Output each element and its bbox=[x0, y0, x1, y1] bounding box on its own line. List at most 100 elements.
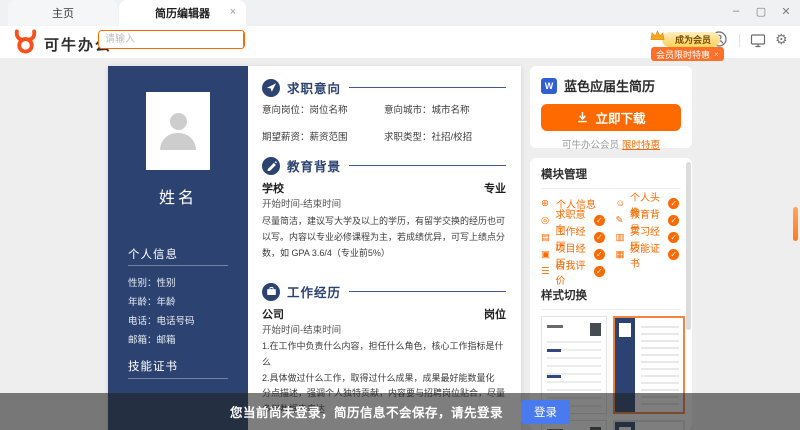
member-promo-tooltip: 会员限时特惠 × bbox=[651, 47, 724, 61]
monitor-icon[interactable] bbox=[750, 33, 766, 48]
job-intention-fields: 意向岗位：岗位名称 意向城市：城市名称 期望薪资：薪资范围 求职类型：社招/校招 bbox=[262, 102, 506, 143]
photo-placeholder[interactable] bbox=[146, 92, 210, 170]
section-title: 求职意向 bbox=[287, 78, 341, 97]
resume-body: 求职意向 意向岗位：岗位名称 意向城市：城市名称 期望薪资：薪资范围 求职类型：… bbox=[248, 66, 521, 430]
intent-type[interactable]: 求职类型：社招/校招 bbox=[384, 129, 506, 143]
comment-icon: ☰ bbox=[541, 266, 553, 277]
check-icon[interactable]: ✓ bbox=[594, 232, 605, 243]
search-button[interactable] bbox=[243, 31, 245, 48]
section-title: 工作经历 bbox=[287, 282, 341, 301]
intent-salary[interactable]: 期望薪资：薪资范围 bbox=[262, 129, 384, 143]
divider bbox=[541, 309, 681, 310]
tab-resume-editor[interactable]: 简历编辑器 × bbox=[119, 0, 246, 26]
login-banner: 您当前尚未登录，简历信息不会保存，请先登录 登录 bbox=[0, 393, 800, 430]
pen-icon bbox=[262, 157, 280, 175]
modules-card: 模块管理 ⊕ 个人信息 ☺ 个人头像 ✓ ◎ 求职意向 ✓ ✎ bbox=[530, 158, 692, 430]
thumb-section-bar bbox=[547, 349, 561, 352]
check-icon[interactable]: ✓ bbox=[668, 249, 679, 260]
check-icon[interactable]: ✓ bbox=[668, 215, 679, 226]
certificate-icon: ▦ bbox=[616, 249, 628, 260]
resume-sidebar: 姓名 个人信息 性别：性别 年龄：年龄 电话：电话号码 邮箱：邮箱 技能证书 bbox=[108, 66, 248, 430]
check-icon[interactable]: ✓ bbox=[594, 215, 605, 226]
target-icon: ◎ bbox=[541, 215, 553, 226]
limited-offer-link[interactable]: 限时特惠 bbox=[622, 140, 660, 151]
check-icon[interactable]: ✓ bbox=[668, 198, 679, 209]
avatar-head-shape bbox=[170, 113, 187, 130]
section-rule bbox=[349, 291, 506, 292]
section-education-header: 教育背景 bbox=[262, 156, 506, 175]
briefcase-icon: ▤ bbox=[541, 232, 553, 243]
notebook-icon: ▥ bbox=[616, 232, 628, 243]
user-icon: ☺ bbox=[616, 198, 628, 209]
personal-info-rows: 性别：性别 年龄：年龄 电话：电话号码 邮箱：邮箱 bbox=[128, 274, 195, 350]
check-icon[interactable]: ✓ bbox=[594, 266, 605, 277]
email-row[interactable]: 邮箱：邮箱 bbox=[128, 331, 195, 350]
user-plus-icon: ⊕ bbox=[541, 198, 554, 209]
resume-name[interactable]: 姓名 bbox=[108, 184, 248, 208]
modules-title: 模块管理 bbox=[541, 166, 681, 182]
tab-home[interactable]: 主页 bbox=[8, 0, 118, 26]
work-org-row[interactable]: 公司 岗位 bbox=[262, 306, 506, 322]
thumb-photo bbox=[619, 323, 631, 337]
tab-resume-editor-label: 简历编辑器 bbox=[155, 5, 210, 21]
maximize-icon[interactable]: ▢ bbox=[755, 5, 767, 18]
app-window: 主页 简历编辑器 × – ▢ ✕ 可牛办公 成为会员 会员限时 bbox=[0, 0, 800, 430]
work-desc-line: 1.在工作中负责什么内容，担任什么角色，核心工作指标是什么 bbox=[262, 339, 506, 371]
pencil-icon: ✎ bbox=[616, 215, 628, 226]
bull-logo-icon bbox=[13, 29, 38, 54]
folder-icon: ▣ bbox=[541, 249, 553, 260]
gender-row[interactable]: 性别：性别 bbox=[128, 274, 195, 293]
sidebar-divider bbox=[128, 265, 228, 266]
section-rule bbox=[349, 165, 506, 166]
become-member-badge[interactable]: 成为会员 bbox=[662, 32, 720, 47]
work-desc-line: 2.具体做过什么工作，取得过什么成果，成果最好能数量化 bbox=[262, 371, 506, 387]
settings-gear-icon[interactable]: ⚙ bbox=[775, 31, 788, 48]
main-area: 姓名 个人信息 性别：性别 年龄：年龄 电话：电话号码 邮箱：邮箱 技能证书 bbox=[0, 58, 800, 430]
intent-city[interactable]: 意向城市：城市名称 bbox=[384, 102, 506, 116]
download-button[interactable]: 立即下载 bbox=[541, 104, 681, 131]
position-name: 岗位 bbox=[484, 306, 506, 322]
module-certificates[interactable]: ▦ 技能证书 ✓ bbox=[616, 246, 682, 263]
minimize-icon[interactable]: – bbox=[730, 5, 742, 17]
resume-preview[interactable]: 姓名 个人信息 性别：性别 年龄：年龄 电话：电话号码 邮箱：邮箱 技能证书 bbox=[108, 66, 521, 430]
avatar-body-shape bbox=[160, 133, 196, 150]
skills-title: 技能证书 bbox=[128, 358, 178, 374]
age-row[interactable]: 年龄：年龄 bbox=[128, 293, 195, 312]
section-work-header: 工作经历 bbox=[262, 282, 506, 301]
work-dates[interactable]: 开始时间-结束时间 bbox=[262, 322, 341, 336]
briefcase-icon bbox=[262, 283, 280, 301]
thumb-name-bar bbox=[547, 325, 563, 328]
section-rule bbox=[349, 87, 506, 88]
page-scrollbar[interactable] bbox=[793, 207, 798, 241]
login-button[interactable]: 登录 bbox=[521, 400, 570, 424]
personal-info-title: 个人信息 bbox=[128, 246, 178, 262]
tooltip-close-icon[interactable]: × bbox=[714, 50, 719, 59]
thumb-section-bar bbox=[547, 375, 561, 378]
search-icon bbox=[243, 33, 245, 46]
education-org-row[interactable]: 学校 专业 bbox=[262, 180, 506, 196]
paper-plane-icon bbox=[262, 79, 280, 97]
tab-home-label: 主页 bbox=[52, 5, 74, 21]
education-dates[interactable]: 开始时间-结束时间 bbox=[262, 196, 341, 210]
word-doc-icon: W bbox=[541, 78, 557, 94]
module-self-evaluation[interactable]: ☰ 自我评价 ✓ bbox=[541, 263, 607, 280]
window-controls: – ▢ ✕ bbox=[730, 0, 792, 22]
check-icon[interactable]: ✓ bbox=[668, 232, 679, 243]
check-icon[interactable]: ✓ bbox=[594, 249, 605, 260]
intent-position[interactable]: 意向岗位：岗位名称 bbox=[262, 102, 384, 116]
panel-scrollbar[interactable] bbox=[686, 162, 691, 330]
window-close-icon[interactable]: ✕ bbox=[780, 5, 792, 18]
sidebar-divider-2 bbox=[128, 378, 228, 379]
education-description[interactable]: 尽量简洁，建议写大学及以上的学历，有留学交换的经历也可以写。内容以专业必修课程为… bbox=[262, 214, 506, 261]
styles-title: 样式切换 bbox=[541, 287, 681, 303]
template-card: W 蓝色应届生简历 立即下载 可牛办公会员限时特惠 bbox=[530, 66, 692, 148]
search-input[interactable] bbox=[99, 31, 243, 48]
tab-strip: 主页 简历编辑器 × – ▢ ✕ bbox=[0, 0, 800, 26]
phone-row[interactable]: 电话：电话号码 bbox=[128, 312, 195, 331]
section-job-intention-header: 求职意向 bbox=[262, 78, 506, 97]
module-grid: ⊕ 个人信息 ☺ 个人头像 ✓ ◎ 求职意向 ✓ ✎ 教育背景 ✓ bbox=[541, 195, 681, 280]
member-note: 可牛办公会员限时特惠 bbox=[530, 137, 692, 151]
search-box bbox=[98, 30, 245, 49]
tab-close-icon[interactable]: × bbox=[230, 6, 236, 18]
major-name: 专业 bbox=[484, 180, 506, 196]
